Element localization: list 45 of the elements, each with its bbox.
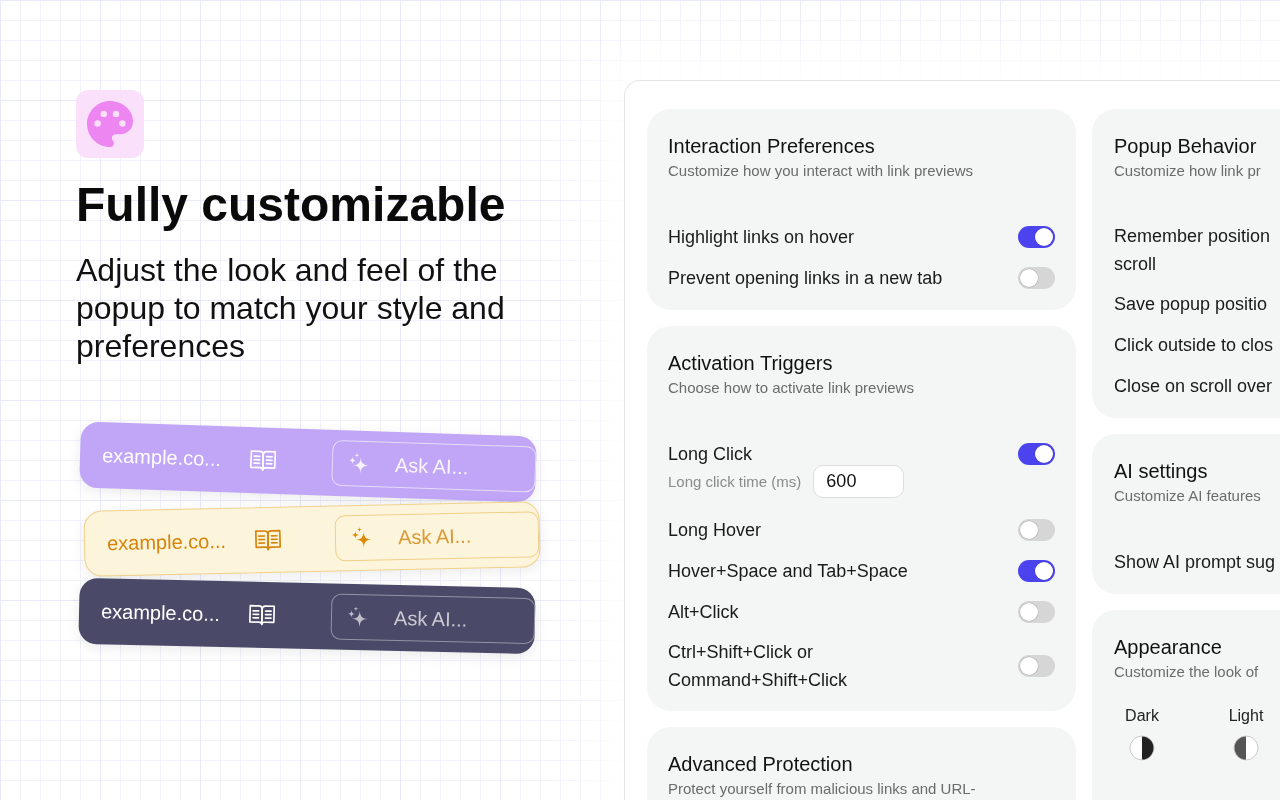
setting-label: Save popup positio — [1114, 293, 1268, 316]
section-subtitle: Customize the look of — [1114, 663, 1260, 681]
book-icon[interactable] — [248, 603, 276, 627]
sparkle-icon — [347, 452, 370, 474]
section-title: Appearance — [1114, 635, 1223, 660]
section-title: Interaction Preferences — [668, 134, 876, 159]
section-title: Activation Triggers — [668, 351, 834, 376]
section-subtitle: Protect yourself from malicious links and URL- — [668, 780, 977, 798]
toggle-switch[interactable] — [1018, 226, 1055, 248]
page-heading: Fully customizable — [76, 177, 506, 233]
setting-label: Click outside to clos — [1114, 334, 1274, 357]
toggle-switch[interactable] — [1018, 560, 1055, 582]
theme-option[interactable]: Light — [1218, 706, 1274, 761]
page-subtitle: Adjust the look and feel of the popup to match your style and preferences — [76, 251, 506, 365]
setting-label: Close on scroll over — [1114, 375, 1273, 398]
setting-label: Alt+Click — [668, 601, 739, 624]
number-input[interactable]: 600 — [813, 465, 905, 498]
toggle-switch[interactable] — [1018, 655, 1055, 677]
setting-label: Ctrl+Shift+Click or Command+Shift+Click — [668, 641, 848, 692]
toggle-switch[interactable] — [1018, 267, 1055, 289]
setting-label: Hover+Space and Tab+Space — [668, 560, 908, 583]
toggle-switch[interactable] — [1018, 601, 1055, 623]
theme-option[interactable]: Dark — [1114, 706, 1170, 761]
setting-label: Highlight links on hover — [668, 226, 855, 249]
section-title: Advanced Protection — [668, 752, 854, 777]
section-subtitle: Customize how you interact with link previews — [668, 162, 975, 180]
toggle-switch[interactable] — [1018, 443, 1055, 465]
field-label: Long click time (ms) — [668, 471, 802, 492]
setting-label: Remember position scroll — [1114, 225, 1271, 276]
section-subtitle: Customize AI features — [1114, 487, 1262, 505]
half-circle-icon — [1129, 735, 1155, 761]
url-text: example.co... — [106, 528, 228, 557]
section-title: AI settings — [1114, 459, 1209, 484]
toggle-switch[interactable] — [1018, 519, 1055, 541]
section-subtitle: Choose how to activate link previews — [668, 379, 915, 397]
setting-label: Long Click — [668, 443, 753, 466]
palette-icon — [76, 90, 144, 158]
half-circle-icon — [1233, 735, 1259, 761]
url-text: example.co... — [100, 599, 222, 627]
section-subtitle: Customize how link pr — [1114, 162, 1262, 180]
setting-label: Long Hover — [668, 519, 762, 542]
url-text: example.co... — [101, 443, 223, 473]
section-title: Popup Behavior — [1114, 134, 1258, 159]
setting-label: Prevent opening links in a new tab — [668, 267, 943, 290]
setting-label: Show AI prompt sug — [1114, 551, 1276, 574]
